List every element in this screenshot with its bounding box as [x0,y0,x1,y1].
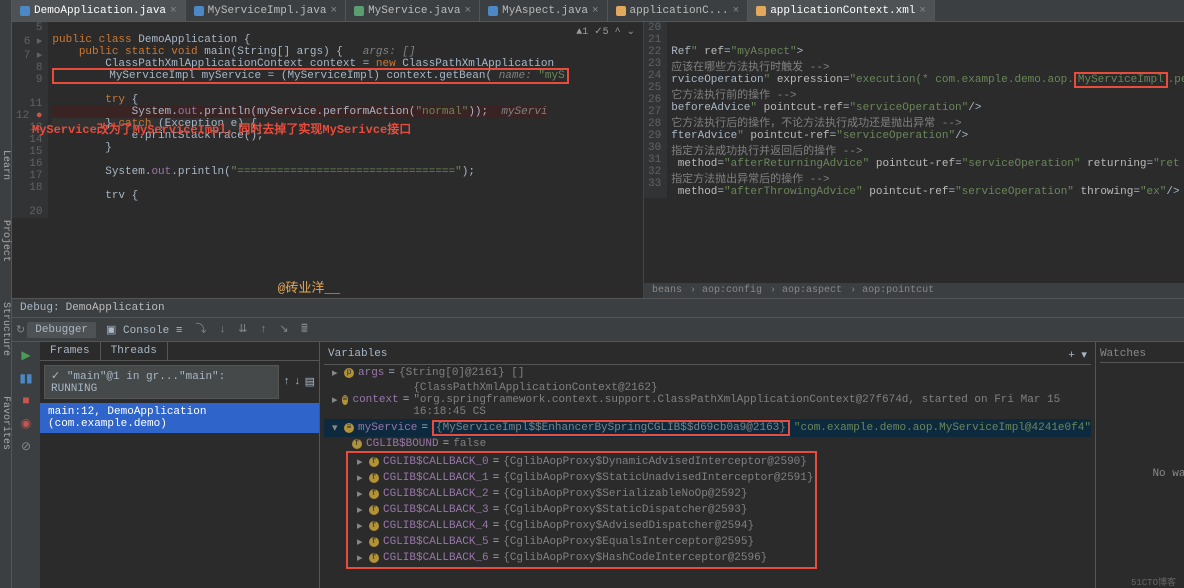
breadcrumb[interactable]: beans› aop:config› aop:aspect› aop:point… [644,283,1184,298]
gutter[interactable]: 2021222324252627282930313233 [644,22,667,198]
watermark-corner: 51CTO博客 [1131,575,1176,588]
inspection-status[interactable]: ▲1 ✓5 ^ ⌄ [576,26,635,38]
variables-panel: Variables + ▾ ▸p args = {String[0]@2161}… [320,342,1184,588]
next-frame-icon[interactable]: ↓ [294,376,301,388]
var-cb2[interactable]: ▸f CGLIB$CALLBACK_2 = {CglibAopProxy$Ser… [349,486,814,502]
red-annotation: MyService改为了MyServiceImpl，同时去掉了实现MySeriv… [32,120,411,137]
class-icon [20,6,30,16]
variables-hdr: Variables [328,348,387,362]
close-icon[interactable]: × [919,5,926,17]
step-out-icon[interactable]: ↑ [260,324,267,336]
debug-label: Debug: [20,302,60,314]
evaluate-icon[interactable]: 🖩 [301,324,308,336]
var-args[interactable]: ▸p args = {String[0]@2161} [] [324,365,1091,381]
editor-tabs: DemoApplication.java× MyServiceImpl.java… [12,0,1184,22]
var-cb0[interactable]: ▸f CGLIB$CALLBACK_0 = {CglibAopProxy$Dyn… [349,454,814,470]
var-myservice[interactable]: ▾≡ myService = {MyServiceImpl$$EnhancerB… [324,419,1091,437]
add-watch-icon[interactable]: + ▾ [1068,348,1087,362]
threads-tab[interactable]: Threads [101,342,168,360]
step-toolbar: ⤵ ↓ ⇊ ↑ ↘ 🖩 [192,320,310,339]
right-editor[interactable]: ✓ 2021222324252627282930313233 Ref" ref=… [644,22,1184,298]
close-icon[interactable]: × [330,5,337,17]
class-icon [488,6,498,16]
close-icon[interactable]: × [170,5,177,17]
pause-icon[interactable]: ▮▮ [19,371,32,386]
run-to-cursor-icon[interactable]: ↘ [279,324,288,336]
frames-panel: Frames Threads ✓ "main"@1 in gr..."main"… [40,342,320,588]
debug-sidebar: ▶ ▮▮ ■ ◉ ⊘ [12,342,40,588]
stack-frame[interactable]: main:12, DemoApplication (com.example.de… [40,403,319,433]
sidetab-project[interactable]: Project [0,220,11,262]
resume-icon[interactable]: ▶ [21,348,30,363]
tool-window-bar[interactable]: Learn Project Structure Favorites [0,0,12,588]
var-context[interactable]: ▸≡ context = {ClassPathXmlApplicationCon… [324,381,1091,419]
step-into-icon[interactable]: ↓ [219,324,226,336]
tab-appctx2[interactable]: applicationContext.xml× [748,0,935,21]
var-cb6[interactable]: ▸f CGLIB$CALLBACK_6 = {CglibAopProxy$Has… [349,550,814,566]
tab-demoapplication[interactable]: DemoApplication.java× [12,0,186,21]
restart-icon[interactable]: ↻ [16,323,25,337]
var-cb3[interactable]: ▸f CGLIB$CALLBACK_3 = {CglibAopProxy$Sta… [349,502,814,518]
interface-icon [354,6,364,16]
filter-icon[interactable]: ▤ [305,375,315,389]
close-icon[interactable]: × [465,5,472,17]
xml-icon [616,6,626,16]
debugger-tab[interactable]: Debugger [27,322,96,338]
mute-bp-icon[interactable]: ⊘ [21,439,31,454]
prev-frame-icon[interactable]: ↑ [283,376,290,388]
sidetab-learn[interactable]: Learn [0,150,11,180]
thread-selector[interactable]: ✓ "main"@1 in gr..."main": RUNNING [44,365,279,399]
var-cb5[interactable]: ▸f CGLIB$CALLBACK_5 = {CglibAopProxy$Equ… [349,534,814,550]
watches-hdr: Watches [1100,346,1184,363]
step-over-icon[interactable]: ⤵ [195,324,206,336]
console-tab[interactable]: ▣ Console ≡ [98,321,190,339]
debug-config[interactable]: DemoApplication [66,302,165,314]
code-area[interactable]: Ref" ref="myAspect"> 应该在哪些方法执行时触发 --> rv… [667,22,1184,198]
close-icon[interactable]: × [733,5,740,17]
tab-appctx1[interactable]: applicationC...× [608,0,749,21]
tab-myaspect[interactable]: MyAspect.java× [480,0,607,21]
stop-icon[interactable]: ■ [22,394,29,408]
tab-myserviceimpl[interactable]: MyServiceImpl.java× [186,0,346,21]
tab-myservice[interactable]: MyService.java× [346,0,480,21]
sidetab-structure[interactable]: Structure [0,302,11,356]
debug-panel: Debug: DemoApplication ⚙ — ↻ Debugger ▣ … [12,298,1184,588]
view-bp-icon[interactable]: ◉ [21,416,31,431]
watermark: @砖业洋__ [278,277,340,296]
var-bound[interactable]: f CGLIB$BOUND = false [324,437,1091,451]
var-cb4[interactable]: ▸f CGLIB$CALLBACK_4 = {CglibAopProxy$Adv… [349,518,814,534]
xml-icon [756,6,766,16]
class-icon [194,6,204,16]
watches-panel: Watches No watches [1095,342,1184,588]
frames-tab[interactable]: Frames [40,342,101,360]
close-icon[interactable]: × [592,5,599,17]
var-cb1[interactable]: ▸f CGLIB$CALLBACK_1 = {CglibAopProxy$Sta… [349,470,814,486]
force-step-icon[interactable]: ⇊ [238,324,247,336]
no-watches: No watches [1100,363,1184,584]
left-editor[interactable]: ▲1 ✓5 ^ ⌄ 56 ▸7 ▸891112 ●13141516171820 … [12,22,644,298]
sidetab-favorites[interactable]: Favorites [0,396,11,450]
